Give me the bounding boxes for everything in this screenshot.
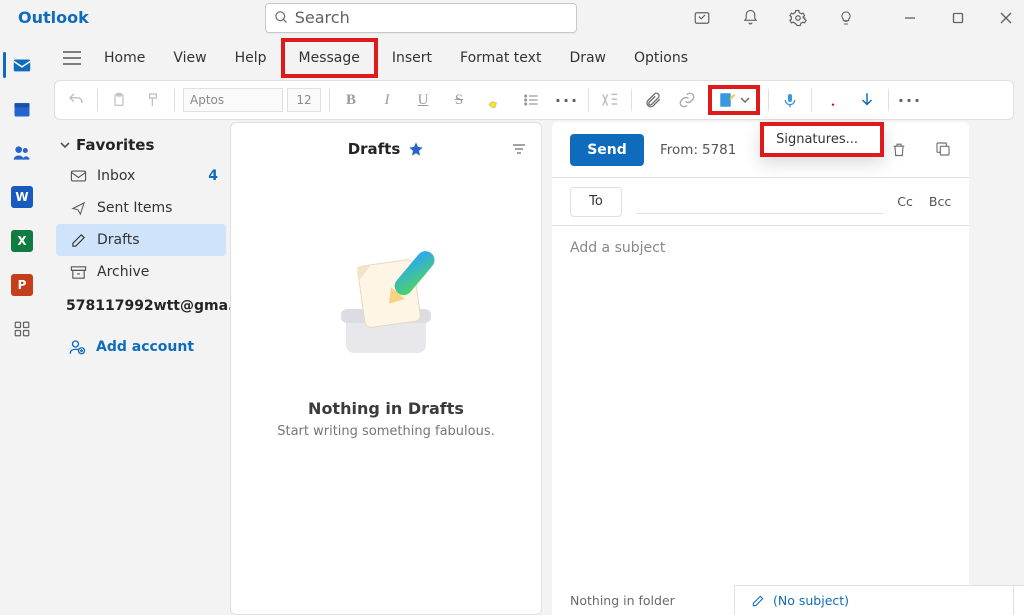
attach-button[interactable] — [640, 87, 666, 113]
format-painter-button[interactable] — [140, 87, 166, 113]
app-brand: Outlook — [18, 8, 89, 27]
underline-button[interactable]: U — [410, 87, 436, 113]
meet-now-icon[interactable] — [692, 8, 712, 28]
popout-button[interactable] — [935, 141, 951, 158]
rail-active-indicator — [3, 52, 6, 78]
folder-nav: Favorites Inbox 4 Sent Items Drafts Arch… — [44, 122, 230, 615]
dictate-button[interactable] — [777, 87, 803, 113]
rail-excel[interactable]: X — [9, 228, 35, 254]
tab-help[interactable]: Help — [221, 38, 281, 78]
search-placeholder: Search — [295, 8, 350, 27]
inbox-icon — [70, 169, 87, 183]
link-button[interactable] — [674, 87, 700, 113]
font-controls — [183, 88, 321, 112]
filter-button[interactable] — [511, 142, 527, 156]
chevron-down-icon — [740, 95, 750, 105]
bold-button[interactable]: B — [338, 87, 364, 113]
bcc-button[interactable]: Bcc — [929, 194, 951, 209]
subject-input[interactable]: Add a subject — [552, 226, 969, 270]
empty-sub: Start writing something fabulous. — [277, 424, 495, 439]
archive-icon — [70, 265, 87, 280]
tab-message[interactable]: Message — [281, 38, 378, 78]
app-rail: W X P — [0, 38, 44, 598]
search-input[interactable]: Search — [265, 3, 577, 33]
tab-format-text[interactable]: Format text — [446, 38, 555, 78]
close-button[interactable] — [996, 8, 1016, 28]
rail-powerpoint[interactable]: P — [9, 272, 35, 298]
undo-button[interactable] — [63, 87, 89, 113]
low-importance-button[interactable] — [854, 87, 880, 113]
gear-icon[interactable] — [788, 8, 808, 28]
empty-state: Nothing in Drafts Start writing somethin… — [277, 243, 495, 439]
font-name-select[interactable] — [183, 88, 283, 112]
drafts-icon — [70, 232, 87, 249]
nav-inbox[interactable]: Inbox 4 — [56, 160, 226, 192]
italic-button[interactable]: I — [374, 87, 400, 113]
tab-draw[interactable]: Draw — [555, 38, 620, 78]
empty-heading: Nothing in Drafts — [308, 399, 464, 418]
tab-view[interactable]: View — [159, 38, 220, 78]
paste-button[interactable] — [106, 87, 132, 113]
highlight-button[interactable] — [482, 87, 508, 113]
main-columns: Favorites Inbox 4 Sent Items Drafts Arch… — [44, 122, 969, 615]
rail-more-apps[interactable] — [9, 316, 35, 342]
add-account-button[interactable]: Add account — [56, 324, 226, 356]
star-icon[interactable] — [408, 141, 424, 157]
ribbon-tabs: Home View Help Message Insert Format tex… — [44, 38, 1024, 78]
cc-button[interactable]: Cc — [897, 194, 913, 209]
styles-button[interactable] — [597, 87, 623, 113]
tab-insert[interactable]: Insert — [378, 38, 446, 78]
sent-icon — [70, 201, 87, 216]
maximize-button[interactable] — [948, 8, 968, 28]
discard-button[interactable] — [891, 141, 907, 158]
to-input[interactable] — [636, 190, 883, 214]
status-draft-tab[interactable]: (No subject) — [734, 585, 1014, 615]
tips-icon[interactable] — [836, 8, 856, 28]
empty-drafts-illustration — [321, 243, 451, 373]
nav-drafts[interactable]: Drafts — [56, 224, 226, 256]
favorites-header[interactable]: Favorites — [56, 130, 226, 160]
mlist-title: Drafts — [348, 140, 401, 158]
more-format-button[interactable]: ··· — [554, 87, 580, 113]
more-ribbon-button[interactable]: ··· — [897, 87, 923, 113]
rail-word[interactable]: W — [9, 184, 35, 210]
compose-body[interactable] — [552, 270, 969, 615]
nav-archive[interactable]: Archive — [56, 256, 226, 288]
add-account-icon — [68, 338, 86, 356]
tab-options[interactable]: Options — [620, 38, 702, 78]
message-list: Drafts — [230, 122, 542, 615]
strike-button[interactable]: S — [446, 87, 472, 113]
nav-sent[interactable]: Sent Items — [56, 192, 226, 224]
status-bar: Nothing in folder (No subject) — [554, 585, 1024, 615]
tab-home[interactable]: Home — [90, 38, 159, 78]
nav-account[interactable]: 578117992wtt@gma... — [56, 288, 226, 324]
pencil-icon — [751, 594, 765, 608]
to-row: To Cc Bcc — [552, 178, 969, 226]
rail-people[interactable] — [9, 140, 35, 166]
title-actions — [692, 8, 1016, 28]
workspace: Home View Help Message Insert Format tex… — [44, 38, 1024, 615]
status-folder: Nothing in folder — [554, 585, 734, 615]
to-button[interactable]: To — [570, 187, 622, 217]
ribbon: B I U S ··· ··· — [54, 80, 1014, 120]
signature-button[interactable] — [708, 85, 760, 115]
importance-button[interactable] — [820, 87, 846, 113]
hamburger-button[interactable] — [54, 51, 90, 65]
font-size-select[interactable] — [287, 88, 321, 112]
compose-pane: Send From: 5781 com To Cc Bcc — [552, 122, 969, 615]
chevron-down-icon — [60, 140, 70, 150]
rail-calendar[interactable] — [9, 96, 35, 122]
signatures-menu-item[interactable]: Signatures... — [760, 122, 884, 157]
minimize-button[interactable] — [900, 8, 920, 28]
send-button[interactable]: Send — [570, 134, 644, 166]
status-close-button[interactable] — [1014, 585, 1024, 615]
rail-mail[interactable] — [9, 52, 35, 78]
signature-icon — [718, 91, 736, 109]
title-bar: Outlook Search — [0, 0, 1024, 35]
bell-icon[interactable] — [740, 8, 760, 28]
search-icon — [274, 10, 289, 25]
bullets-button[interactable] — [518, 87, 544, 113]
